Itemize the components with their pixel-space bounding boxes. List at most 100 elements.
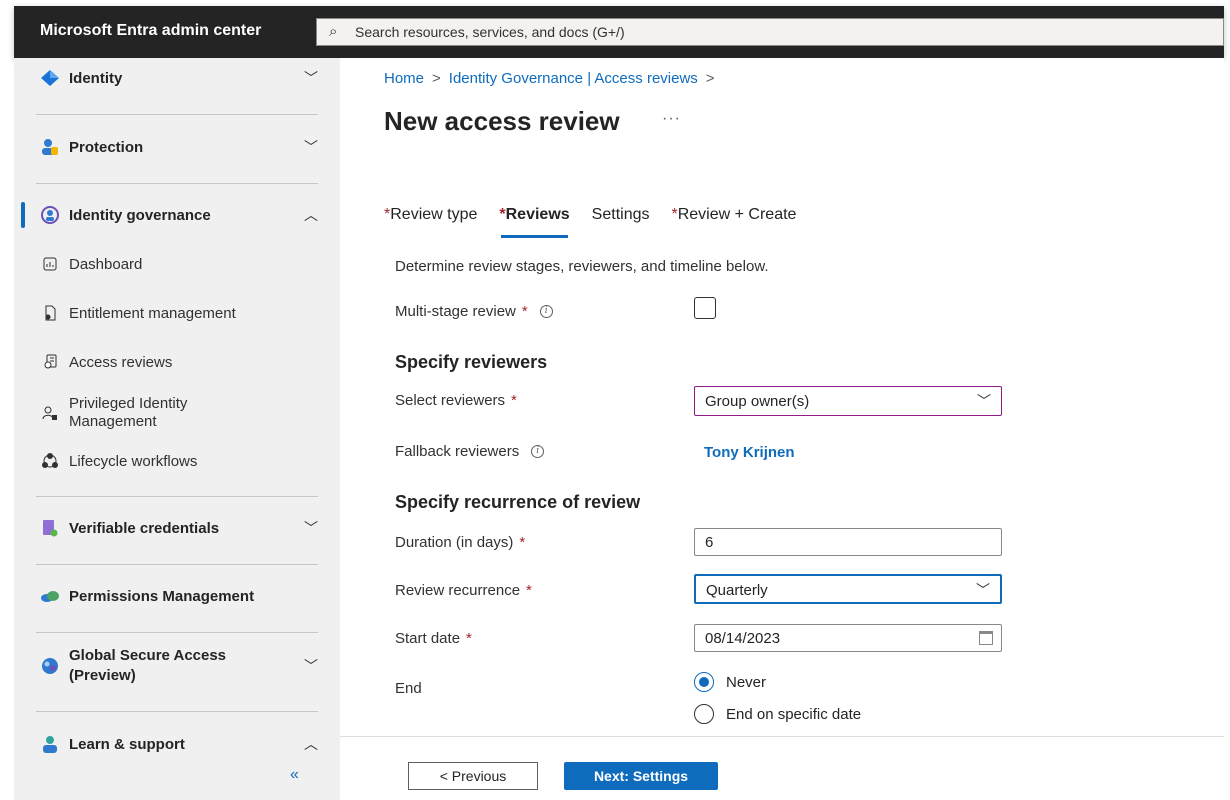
sidebar-item-label: Identity	[69, 69, 123, 87]
radio-selected-icon[interactable]	[694, 672, 714, 692]
search-icon: ⌕	[329, 23, 338, 40]
divider	[36, 632, 318, 633]
chevron-down-icon[interactable]: ﹀	[304, 68, 318, 88]
globe-icon	[40, 656, 60, 676]
breadcrumb-home-link[interactable]: Home	[384, 70, 424, 87]
sidebar-item-identity[interactable]: Identity ﹀	[14, 58, 340, 98]
tab-label: Reviews	[505, 206, 570, 223]
end-never-radio[interactable]: Never	[694, 672, 766, 692]
sidebar-item-identity-governance[interactable]: Identity governance ︿	[14, 195, 340, 235]
duration-label: Duration (in days) *	[395, 534, 525, 551]
search-input[interactable]: Search resources, services, and docs (G+…	[355, 24, 625, 40]
breadcrumb: Home > Identity Governance | Access revi…	[384, 70, 715, 87]
cloud-icon	[40, 586, 60, 606]
radio-unselected-icon[interactable]	[694, 704, 714, 724]
divider	[36, 711, 318, 712]
specify-recurrence-heading: Specify recurrence of review	[395, 492, 641, 512]
lifecycle-icon	[40, 451, 60, 471]
access-reviews-icon	[40, 352, 60, 372]
calendar-icon[interactable]	[979, 631, 993, 645]
divider	[36, 496, 318, 497]
breadcrumb-parent-link[interactable]: Identity Governance | Access reviews	[449, 70, 698, 87]
info-icon[interactable]: i	[539, 305, 553, 318]
footer-bar: < Previous Next: Settings	[340, 736, 1224, 800]
label-text: Multi-stage review	[395, 303, 516, 320]
sidebar: Identity ﹀ Protection ﹀ Identity governa…	[14, 58, 340, 800]
required-asterisk: *	[521, 303, 528, 320]
fallback-reviewer-link[interactable]: Tony Krijnen	[704, 444, 795, 461]
required-asterisk: *	[511, 392, 517, 409]
sidebar-item-label: Protection	[69, 138, 144, 156]
app-title[interactable]: Microsoft Entra admin center	[40, 22, 261, 40]
fallback-reviewers-label: Fallback reviewers i	[395, 443, 545, 460]
sidebar-item-permissions-management[interactable]: Permissions Management	[14, 576, 340, 616]
collapse-sidebar-icon[interactable]: «	[290, 766, 299, 784]
select-reviewers-dropdown[interactable]: Group owner(s) ﹀	[694, 386, 1002, 416]
sidebar-item-protection[interactable]: Protection ﹀	[14, 127, 340, 167]
chevron-down-icon[interactable]: ﹀	[304, 137, 318, 157]
chevron-down-icon[interactable]: ﹀	[304, 518, 318, 538]
search-box[interactable]: ⌕ Search resources, services, and docs (…	[316, 18, 1224, 46]
more-options-icon[interactable]: ···	[662, 110, 681, 128]
sidebar-item-label: Lifecycle workflows	[69, 452, 198, 470]
input-value: 08/14/2023	[705, 630, 781, 647]
top-bar: Microsoft Entra admin center ⌕ Search re…	[14, 6, 1224, 58]
select-reviewers-label: Select reviewers *	[395, 392, 517, 409]
start-date-input[interactable]: 08/14/2023	[694, 624, 1002, 652]
tab-review-create[interactable]: *Review + Create	[671, 206, 796, 238]
label-text: Review recurrence	[395, 582, 521, 599]
info-icon[interactable]: i	[531, 445, 545, 458]
diamond-icon	[40, 68, 60, 88]
intro-text: Determine review stages, reviewers, and …	[395, 258, 769, 275]
tab-settings[interactable]: Settings	[592, 206, 650, 238]
sidebar-item-global-secure-access[interactable]: Global Secure Access (Preview) ﹀	[14, 642, 340, 690]
sidebar-item-dashboard[interactable]: Dashboard	[14, 244, 340, 284]
start-date-label: Start date *	[395, 630, 472, 647]
required-asterisk: *	[519, 534, 526, 551]
dropdown-value: Quarterly	[706, 582, 768, 599]
input-value: 6	[705, 534, 714, 551]
tab-reviews[interactable]: *Reviews	[499, 206, 570, 238]
sidebar-item-access-reviews[interactable]: Access reviews	[14, 342, 340, 382]
sidebar-item-verifiable-credentials[interactable]: Verifiable credentials ﹀	[14, 508, 340, 548]
review-recurrence-label: Review recurrence *	[395, 582, 532, 599]
divider	[36, 183, 318, 184]
next-settings-button[interactable]: Next: Settings	[564, 762, 718, 790]
multistage-checkbox[interactable]	[694, 297, 716, 319]
review-recurrence-dropdown[interactable]: Quarterly ﹀	[694, 574, 1002, 604]
duration-input[interactable]: 6	[694, 528, 1002, 556]
label-text: Fallback reviewers	[395, 443, 520, 460]
chevron-up-icon[interactable]: ︿	[304, 205, 318, 225]
sidebar-item-entitlement-management[interactable]: Entitlement management	[14, 293, 340, 333]
sidebar-item-label: Learn & support	[69, 735, 185, 753]
end-label: End	[395, 680, 422, 697]
tab-label: Review type	[390, 206, 478, 223]
sidebar-item-lifecycle-workflows[interactable]: Lifecycle workflows	[14, 441, 340, 481]
required-asterisk: *	[466, 630, 472, 647]
chevron-up-icon[interactable]: ︿	[304, 734, 318, 754]
chevron-down-icon[interactable]: ﹀	[304, 656, 318, 676]
tab-label: Settings	[591, 206, 650, 223]
wizard-tabs: *Review type *Reviews Settings *Review +…	[384, 206, 796, 238]
credentials-icon	[40, 518, 60, 538]
users-shield-icon	[40, 137, 60, 157]
sidebar-item-label: Permissions Management	[69, 587, 255, 605]
sidebar-item-learn-support[interactable]: Learn & support ︿	[14, 724, 340, 764]
divider	[36, 564, 318, 565]
entitlement-icon	[40, 303, 60, 323]
end-specific-date-radio[interactable]: End on specific date	[694, 704, 861, 724]
specify-reviewers-heading: Specify reviewers	[395, 352, 548, 372]
sidebar-item-privileged-identity-management[interactable]: Privileged Identity Management	[14, 391, 340, 435]
required-asterisk: *	[526, 582, 532, 599]
sidebar-item-label: Verifiable credentials	[69, 519, 220, 537]
previous-button[interactable]: < Previous	[408, 762, 538, 790]
main-content: Home > Identity Governance | Access revi…	[340, 58, 1224, 800]
sidebar-item-label: Privileged Identity Management	[69, 395, 188, 430]
tab-review-type[interactable]: *Review type	[384, 206, 477, 238]
label-text: End	[395, 680, 422, 697]
dashboard-icon	[40, 254, 60, 274]
page-title: New access review	[384, 106, 620, 136]
radio-label: Never	[726, 673, 767, 691]
multistage-label: Multi-stage review * i	[395, 303, 553, 320]
sidebar-item-label: Entitlement management	[69, 304, 236, 322]
